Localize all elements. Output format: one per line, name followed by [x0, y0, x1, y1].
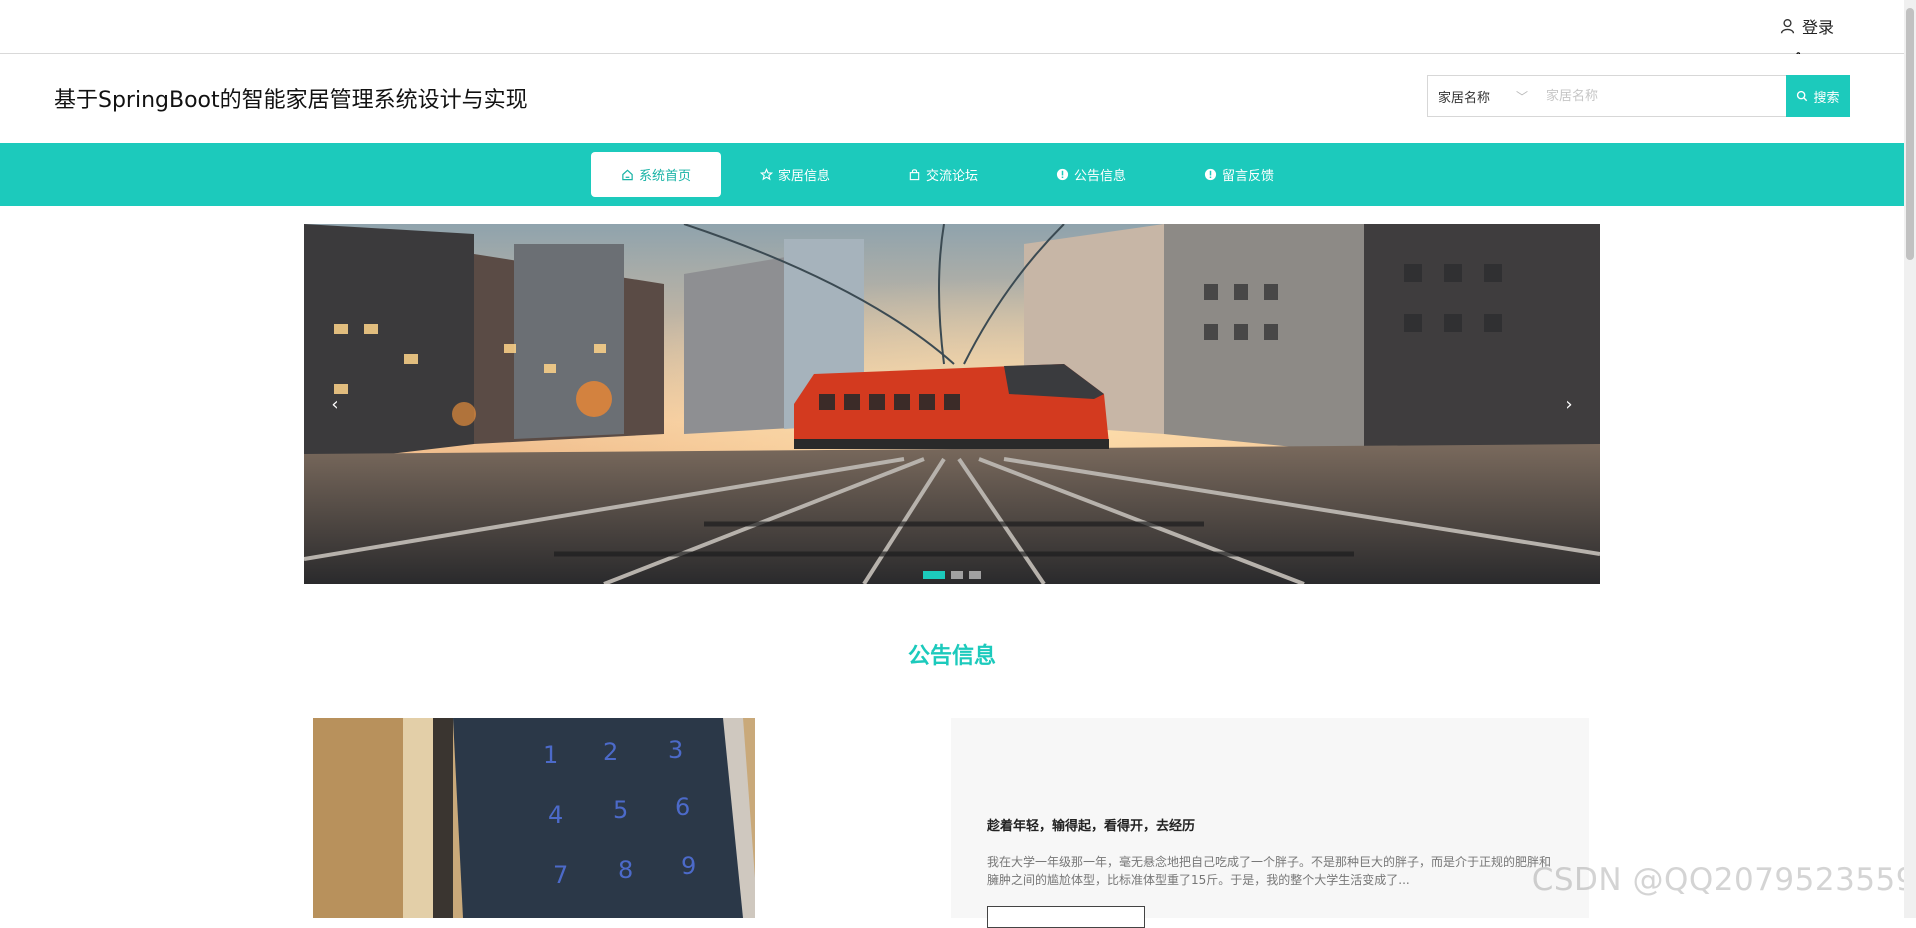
svg-text:7: 7 [553, 861, 568, 889]
watermark: CSDN @QQ2079523559 [1531, 862, 1916, 898]
svg-text:1: 1 [543, 741, 558, 769]
svg-text:6: 6 [675, 793, 690, 821]
nav-item-notice[interactable]: 公告信息 [1017, 152, 1165, 197]
nav-item-label: 系统首页 [638, 169, 691, 184]
banner-train-image [304, 224, 1600, 584]
scrollbar-thumb[interactable] [1906, 8, 1914, 260]
carousel-dot[interactable] [951, 571, 963, 579]
main-nav: 系统首页 家居信息 交流论坛 公告信息 留言反馈 [0, 143, 1904, 206]
nav-item-forum[interactable]: 交流论坛 [869, 152, 1017, 197]
notice-card-title: 趁着年轻，输得起，看得开，去经历 [987, 819, 1196, 834]
nav-item-label: 交流论坛 [925, 169, 978, 184]
search-field-select[interactable]: 家居名称 ﹀ [1428, 76, 1538, 116]
notice-section-title: 公告信息 [907, 644, 996, 669]
carousel-prev-arrow[interactable]: ‹ [320, 389, 350, 419]
carousel-dot[interactable] [969, 571, 981, 579]
carousel-next-arrow[interactable]: › [1554, 389, 1584, 419]
search-box: 家居名称 ﹀ [1427, 75, 1789, 117]
search-button[interactable]: 搜索 [1786, 75, 1850, 117]
notice-image[interactable]: 1 2 3 4 5 6 7 8 9 [313, 718, 755, 918]
notice-card-text: 我在大学一年级那一年，毫无悬念地把自己吃成了一个胖子。不是那种巨大的胖子，而是介… [987, 855, 1552, 887]
user-icon [1780, 18, 1795, 33]
notice-card[interactable]: 趁着年轻，输得起，看得开，去经历 我在大学一年级那一年，毫无悬念地把自己吃成了一… [951, 718, 1589, 928]
info-icon [1056, 168, 1069, 181]
svg-text:8: 8 [618, 856, 633, 884]
bag-icon [909, 169, 920, 181]
notice-more-button[interactable] [987, 906, 1145, 928]
nav-item-label: 家居信息 [777, 169, 830, 184]
home-icon [622, 169, 633, 181]
carousel-dot[interactable] [923, 571, 945, 579]
search-button-label: 搜索 [1813, 90, 1840, 106]
svg-text:4: 4 [548, 801, 563, 829]
smart-lock-keypad-image: 1 2 3 4 5 6 7 8 9 [313, 718, 755, 918]
carousel-indicators [304, 571, 1600, 579]
svg-text:2: 2 [603, 738, 618, 766]
search-input[interactable] [1538, 76, 1788, 116]
top-bar: 登录 [0, 0, 1904, 78]
nav-item-home[interactable]: 系统首页 [591, 152, 721, 197]
svg-text:3: 3 [668, 736, 683, 764]
nav-item-feedback[interactable]: 留言反馈 [1165, 152, 1313, 197]
svg-text:9: 9 [681, 852, 696, 880]
site-header: 基于SpringBoot的智能家居管理系统设计与实现 家居名称 ﹀ 搜索 [0, 54, 1904, 143]
login-link[interactable]: 登录 [1779, 14, 1834, 38]
nav-item-label: 公告信息 [1073, 169, 1126, 184]
svg-text:5: 5 [613, 796, 628, 824]
nav-item-label: 留言反馈 [1221, 169, 1274, 184]
star-icon [759, 168, 773, 181]
search-field-selected: 家居名称 [1438, 90, 1491, 106]
site-title: 基于SpringBoot的智能家居管理系统设计与实现 [54, 88, 528, 113]
banner-carousel: ‹ › [304, 224, 1600, 584]
login-label: 登录 [1801, 18, 1834, 37]
nav-item-home-info[interactable]: 家居信息 [721, 152, 869, 197]
page-scrollbar[interactable] [1904, 0, 1916, 918]
info-icon [1204, 168, 1217, 181]
chevron-down-icon: ﹀ [1515, 89, 1528, 104]
search-icon [1797, 90, 1808, 102]
